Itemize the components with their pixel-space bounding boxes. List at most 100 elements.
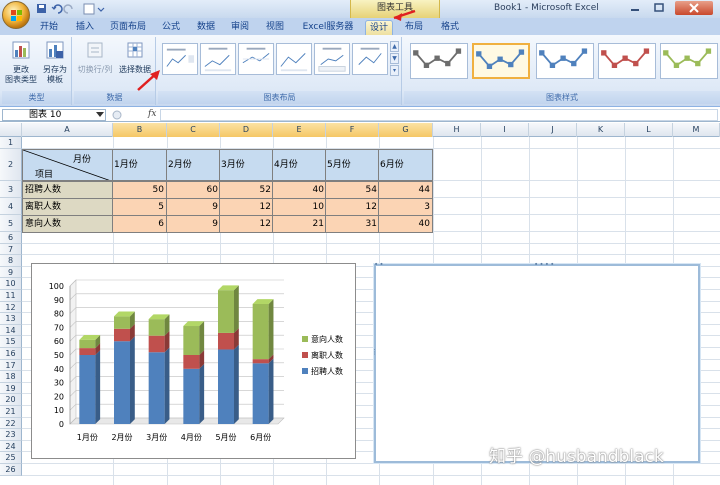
table-cell[interactable]: 10	[272, 198, 327, 216]
month-header[interactable]: 4月份	[272, 149, 327, 181]
row-header[interactable]: 1	[0, 137, 22, 149]
insert-function-icon[interactable]: fx	[148, 109, 156, 119]
chart-style-gray[interactable]	[410, 43, 468, 79]
column-header[interactable]: K	[577, 123, 625, 137]
row-header[interactable]: 12	[0, 301, 22, 314]
column-header[interactable]: I	[481, 123, 529, 137]
row-header[interactable]: 25	[0, 452, 22, 464]
row-header[interactable]: 23	[0, 429, 22, 441]
office-button[interactable]	[2, 1, 30, 29]
column-header[interactable]: M	[673, 123, 720, 137]
row-header[interactable]: 18	[0, 371, 22, 383]
select-all-corner[interactable]	[0, 123, 22, 137]
table-cell[interactable]: 9	[166, 198, 221, 216]
tab-review[interactable]: 审阅	[227, 20, 253, 35]
switch-row-column-button[interactable]: 切换行/列	[76, 40, 114, 75]
row-header[interactable]: 8	[0, 255, 22, 267]
row-label[interactable]: 离职人数	[22, 198, 113, 216]
table-cell[interactable]: 9	[166, 215, 221, 233]
tab-formulas[interactable]: 公式	[158, 20, 184, 35]
tab-page-layout[interactable]: 页面布局	[106, 20, 150, 35]
tab-view[interactable]: 视图	[262, 20, 288, 35]
close-button[interactable]	[675, 1, 713, 15]
column-header[interactable]: B	[113, 123, 167, 137]
row-header[interactable]: 14	[0, 324, 22, 337]
stacked-column-chart[interactable]: 0 10 20 30 40 50 60 70 80 90 100 1月份 2月份 3月份 4月份 5月份 6月份…	[31, 263, 356, 459]
month-header[interactable]: 2月份	[166, 149, 221, 181]
row-header[interactable]: 26	[0, 464, 22, 476]
column-header[interactable]: E	[273, 123, 326, 137]
row-header[interactable]: 6	[0, 232, 22, 244]
column-header[interactable]: J	[529, 123, 577, 137]
save-as-template-button[interactable]: 另存为 模板	[39, 40, 71, 85]
table-cell[interactable]: 12	[325, 198, 380, 216]
row-header[interactable]: 4	[0, 198, 22, 215]
layouts-scroll-up[interactable]: ▲	[390, 41, 399, 52]
row-label[interactable]: 招聘人数	[22, 181, 113, 199]
row-header[interactable]: 9	[0, 266, 22, 279]
table-cell[interactable]: 12	[219, 198, 274, 216]
row-header[interactable]: 20	[0, 394, 22, 406]
month-header[interactable]: 6月份	[378, 149, 433, 181]
tab-excel-server[interactable]: Excel服务器	[300, 20, 356, 35]
name-box[interactable]: 图表 10	[2, 109, 106, 121]
month-header[interactable]: 5月份	[325, 149, 380, 181]
column-header[interactable]: G	[379, 123, 433, 137]
maximize-icon[interactable]	[651, 2, 667, 14]
resize-handle-top[interactable]: ∙∙∙∙	[534, 260, 556, 268]
resize-handle-top-left[interactable]: ∙∙	[374, 260, 385, 268]
row-header[interactable]: 22	[0, 417, 22, 430]
formula-input[interactable]	[160, 109, 718, 121]
row-header[interactable]: 2	[0, 149, 22, 181]
chart-layout-6[interactable]	[352, 43, 388, 75]
table-cell[interactable]: 5	[112, 198, 167, 216]
chart-layout-3[interactable]	[238, 43, 274, 75]
row-header[interactable]: 7	[0, 243, 22, 256]
column-header[interactable]: F	[326, 123, 379, 137]
column-header[interactable]: H	[433, 123, 481, 137]
tab-format[interactable]: 格式	[436, 20, 464, 35]
row-header[interactable]: 19	[0, 382, 22, 395]
row-header[interactable]: 11	[0, 290, 22, 302]
table-cell[interactable]: 6	[112, 215, 167, 233]
row-header[interactable]: 16	[0, 348, 22, 360]
table-cell[interactable]: 40	[272, 181, 327, 199]
row-header[interactable]: 21	[0, 406, 22, 418]
row-header[interactable]: 15	[0, 336, 22, 348]
layouts-more[interactable]: ▾	[390, 65, 399, 76]
tab-home[interactable]: 开始	[34, 20, 64, 35]
table-cell[interactable]: 12	[219, 215, 274, 233]
row-header[interactable]: 13	[0, 313, 22, 325]
tab-data[interactable]: 数据	[193, 20, 219, 35]
table-corner-header[interactable]: 月份 项目	[22, 149, 113, 181]
row-header[interactable]: 3	[0, 181, 22, 198]
resize-handle-left[interactable]: ⋮	[371, 348, 379, 356]
table-cell[interactable]: 52	[219, 181, 274, 199]
chart-style-blue-selected[interactable]	[472, 43, 530, 79]
row-label[interactable]: 意向人数	[22, 215, 113, 233]
table-cell[interactable]: 21	[272, 215, 327, 233]
column-header[interactable]: C	[167, 123, 220, 137]
row-header[interactable]: 24	[0, 440, 22, 453]
chart-layout-2[interactable]	[200, 43, 236, 75]
column-header[interactable]: A	[22, 123, 113, 137]
table-cell[interactable]: 60	[166, 181, 221, 199]
table-cell[interactable]: 54	[325, 181, 380, 199]
table-cell[interactable]: 31	[325, 215, 380, 233]
chart-layout-4[interactable]	[276, 43, 312, 75]
row-header[interactable]: 10	[0, 278, 22, 290]
row-header[interactable]: 5	[0, 215, 22, 232]
column-header[interactable]: L	[625, 123, 673, 137]
month-header[interactable]: 1月份	[112, 149, 167, 181]
quick-access-toolbar[interactable]	[36, 3, 106, 15]
minimize-icon[interactable]	[627, 2, 643, 14]
tab-insert[interactable]: 插入	[72, 20, 98, 35]
name-box-dropdown-icon[interactable]	[96, 112, 104, 118]
empty-chart-selected[interactable]: ∙∙∙∙ ⋮ ∙∙	[371, 260, 700, 463]
table-cell[interactable]: 3	[378, 198, 433, 216]
row-header[interactable]: 17	[0, 359, 22, 372]
column-header[interactable]: D	[220, 123, 273, 137]
chart-style-red[interactable]	[598, 43, 656, 79]
table-cell[interactable]: 40	[378, 215, 433, 233]
table-cell[interactable]: 44	[378, 181, 433, 199]
